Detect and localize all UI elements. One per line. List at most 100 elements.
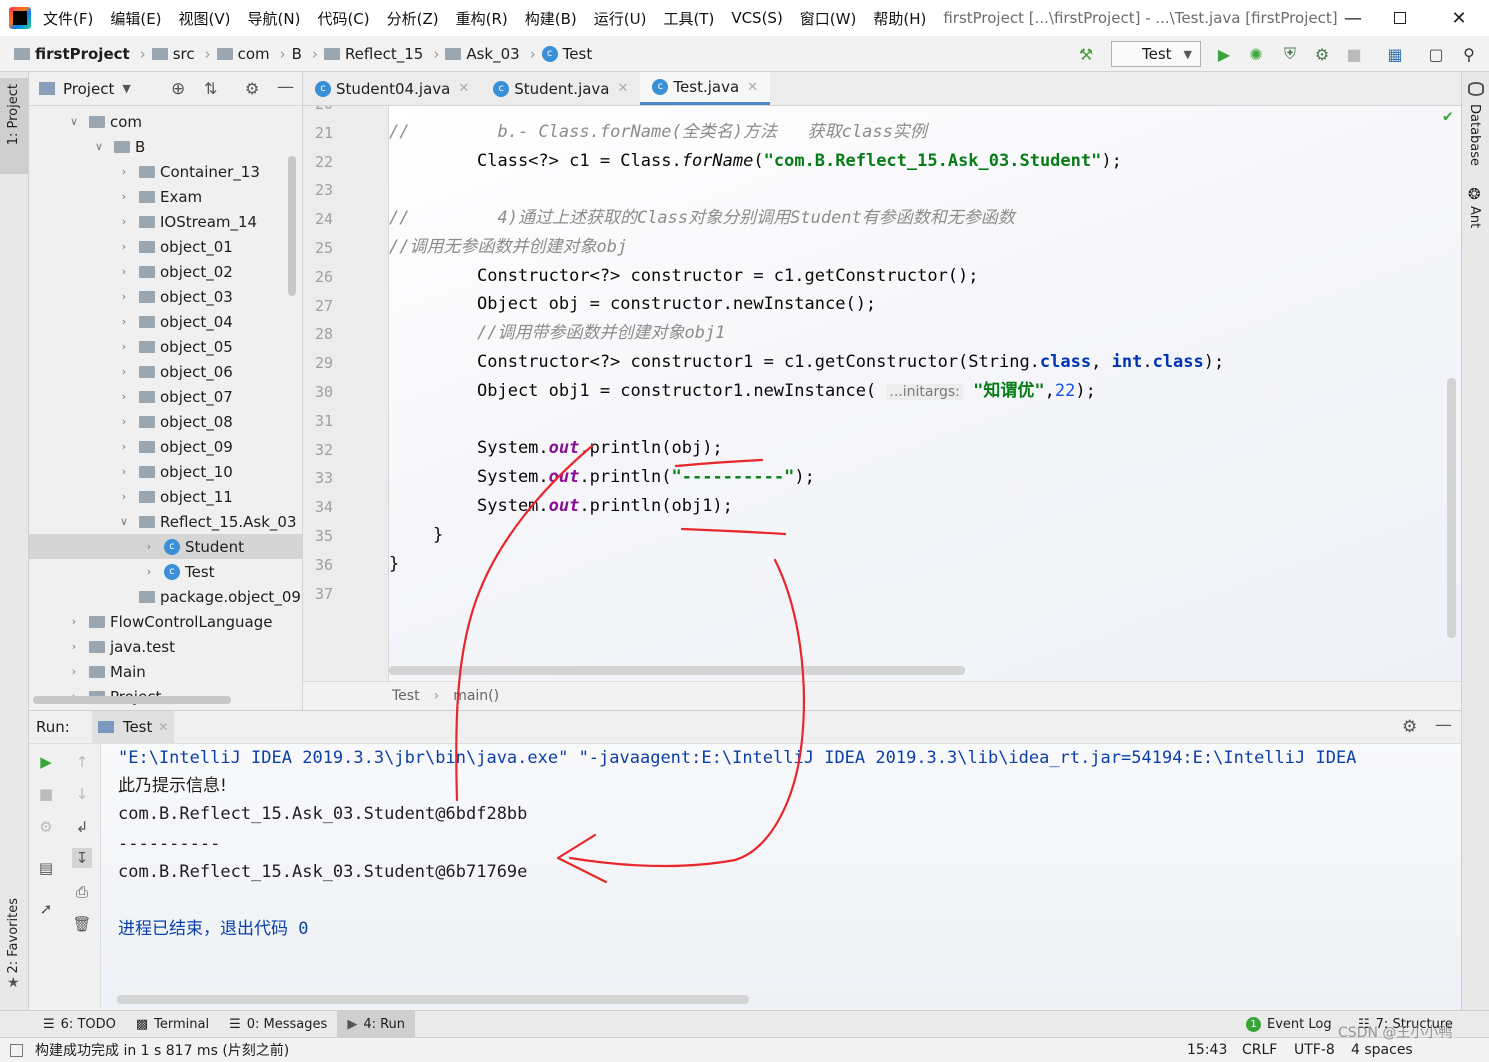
rerun-icon[interactable]: ▶: [36, 752, 56, 772]
database-tool-tab[interactable]: Database: [1467, 104, 1482, 166]
tree-item-folder[interactable]: › Main: [29, 659, 302, 684]
tree-item-class[interactable]: › c Test: [29, 559, 302, 584]
debug-icon[interactable]: ✺: [1246, 44, 1266, 64]
menu-file[interactable]: 文件(F): [43, 8, 93, 29]
editor-vertical-scrollbar[interactable]: [1447, 378, 1456, 638]
line-separator[interactable]: CRLF: [1242, 1042, 1277, 1058]
close-window-button[interactable]: ✕: [1436, 0, 1482, 36]
breadcrumb-method[interactable]: main(): [453, 688, 499, 704]
breadcrumb-b[interactable]: B: [292, 45, 302, 63]
menu-refactor[interactable]: 重构(R): [456, 8, 508, 29]
tree-item-folder[interactable]: ∨ com: [29, 109, 302, 134]
chevron-down-icon[interactable]: ∨: [117, 515, 131, 528]
chevron-right-icon[interactable]: ›: [117, 240, 131, 253]
ant-tool-tab[interactable]: Ant: [1467, 206, 1482, 228]
chevron-right-icon[interactable]: ›: [117, 340, 131, 353]
breadcrumb-reflect[interactable]: Reflect_15: [323, 45, 423, 63]
messages-tab[interactable]: ☰ 0: Messages: [219, 1011, 337, 1038]
tree-item-folder[interactable]: › java.test: [29, 634, 302, 659]
chevron-down-icon[interactable]: ∨: [92, 140, 106, 153]
hide-panel-icon[interactable]: —: [1435, 715, 1452, 735]
minimize-button[interactable]: —: [1330, 0, 1376, 36]
chevron-right-icon[interactable]: ›: [117, 190, 131, 203]
menu-edit[interactable]: 编辑(E): [110, 8, 161, 29]
tree-item-folder[interactable]: ∨ Reflect_15.Ask_03: [29, 509, 302, 534]
build-hammer-icon[interactable]: ⚒: [1076, 44, 1096, 64]
caret-position[interactable]: 15:43: [1187, 1042, 1227, 1058]
menu-vcs[interactable]: VCS(S): [731, 9, 782, 27]
breadcrumb-test[interactable]: c Test: [541, 45, 592, 63]
close-tab-icon[interactable]: ✕: [618, 81, 629, 96]
stop-icon[interactable]: ■: [36, 784, 56, 804]
menu-view[interactable]: 视图(V): [179, 8, 231, 29]
chevron-right-icon[interactable]: ›: [117, 290, 131, 303]
chevron-right-icon[interactable]: ›: [117, 440, 131, 453]
tab-test[interactable]: c Test.java ✕: [640, 72, 771, 105]
trash-icon[interactable]: 🗑: [72, 914, 92, 934]
tree-item-folder[interactable]: › object_07: [29, 384, 302, 409]
tree-item-folder[interactable]: › object_05: [29, 334, 302, 359]
chevron-right-icon[interactable]: ›: [117, 165, 131, 178]
run-icon[interactable]: ▶: [1214, 44, 1234, 64]
gear-icon[interactable]: ⚙: [1402, 717, 1417, 737]
breadcrumb-com[interactable]: com: [216, 45, 270, 63]
chevron-down-icon[interactable]: ∨: [67, 115, 81, 128]
tree-item-folder[interactable]: › object_09: [29, 434, 302, 459]
gear-icon[interactable]: ⚙: [245, 79, 259, 98]
chevron-right-icon[interactable]: ›: [142, 565, 156, 578]
chevron-right-icon[interactable]: ›: [117, 265, 131, 278]
tree-item-folder[interactable]: › Exam: [29, 184, 302, 209]
menu-analyze[interactable]: 分析(Z): [387, 8, 439, 29]
chevron-right-icon[interactable]: ›: [67, 640, 81, 653]
tree-item-folder[interactable]: › object_11: [29, 484, 302, 509]
tab-student04[interactable]: c Student04.java ✕: [303, 72, 481, 105]
chevron-right-icon[interactable]: ›: [117, 415, 131, 428]
tree-item-folder[interactable]: › IOStream_14: [29, 209, 302, 234]
tree-item-folder[interactable]: ∨ B: [29, 134, 302, 159]
tree-item-folder[interactable]: › object_01: [29, 234, 302, 259]
console-horizontal-scrollbar[interactable]: [117, 995, 749, 1004]
print-icon[interactable]: ⎙: [72, 882, 92, 902]
editor-horizontal-scrollbar[interactable]: [389, 666, 965, 675]
menu-window[interactable]: 窗口(W): [800, 8, 857, 29]
locate-icon[interactable]: ⊕: [171, 79, 185, 99]
chevron-right-icon[interactable]: ›: [117, 465, 131, 478]
maximize-button[interactable]: [1377, 0, 1423, 36]
console-output[interactable]: "E:\IntelliJ IDEA 2019.3.3\jbr\bin\java.…: [101, 744, 1461, 1008]
menu-code[interactable]: 代码(C): [317, 8, 369, 29]
coverage-icon[interactable]: ⛨: [1280, 44, 1300, 64]
close-tab-icon[interactable]: ✕: [747, 80, 758, 95]
toggle-tool-windows-icon[interactable]: [10, 1043, 23, 1057]
pin-icon[interactable]: ➚: [36, 899, 56, 919]
menu-help[interactable]: 帮助(H): [873, 8, 926, 29]
menu-navigate[interactable]: 导航(N): [248, 8, 301, 29]
soft-wrap-icon[interactable]: ↲: [72, 817, 92, 837]
stop-icon[interactable]: ■: [1344, 44, 1364, 64]
tree-item-folder[interactable]: › FlowControlLanguage: [29, 609, 302, 634]
tab-student[interactable]: c Student.java ✕: [481, 72, 640, 105]
search-everywhere-icon[interactable]: ⚲: [1459, 44, 1479, 64]
up-icon[interactable]: ↑: [72, 752, 92, 772]
menu-run[interactable]: 运行(U): [594, 8, 647, 29]
chevron-right-icon[interactable]: ›: [117, 490, 131, 503]
chevron-right-icon[interactable]: ›: [67, 615, 81, 628]
tree-item-folder[interactable]: › object_04: [29, 309, 302, 334]
close-tab-icon[interactable]: ✕: [158, 720, 168, 734]
scroll-to-end-icon[interactable]: ↧: [72, 848, 92, 868]
event-log-tab[interactable]: 1 Event Log: [1236, 1011, 1342, 1038]
breadcrumb-project[interactable]: firstProject: [14, 45, 130, 63]
tree-item-folder[interactable]: › object_02: [29, 259, 302, 284]
project-tool-tab[interactable]: 1: Project: [0, 78, 28, 174]
chevron-right-icon[interactable]: ›: [142, 540, 156, 553]
favorites-tool-tab[interactable]: 2: Favorites ★: [0, 892, 28, 997]
run-tab-test[interactable]: Test ✕: [91, 710, 175, 744]
menu-tools[interactable]: 工具(T): [663, 8, 714, 29]
todo-tab[interactable]: ☰ 6: TODO: [33, 1011, 126, 1038]
chevron-right-icon[interactable]: ›: [67, 665, 81, 678]
inspection-ok-icon[interactable]: ✔: [1443, 106, 1453, 125]
profile-icon[interactable]: ⚙: [1312, 44, 1332, 64]
collapse-all-icon[interactable]: ⇅: [204, 79, 217, 98]
breadcrumb-ask[interactable]: Ask_03: [445, 45, 520, 63]
run-tool-tab[interactable]: ▶ 4: Run: [337, 1010, 416, 1038]
layout-icon[interactable]: ▤: [36, 858, 56, 878]
